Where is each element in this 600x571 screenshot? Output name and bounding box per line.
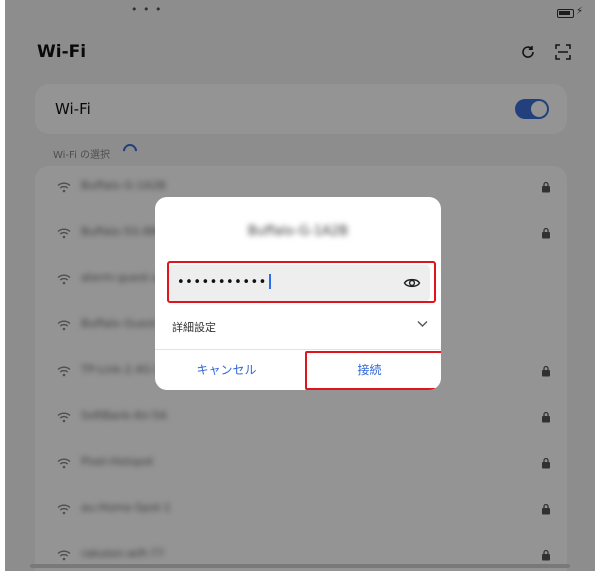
cancel-button[interactable]: キャンセル <box>155 350 298 390</box>
connect-highlight-box <box>305 351 441 390</box>
advanced-settings-row[interactable]: 詳細設定 <box>155 310 441 340</box>
wifi-password-dialog: Buffalo-G-1A2B ••••••••••• 詳細設定 キャンセル 接続 <box>155 197 441 390</box>
advanced-settings-label: 詳細設定 <box>172 321 216 334</box>
dialog-network-name: Buffalo-G-1A2B <box>247 224 349 239</box>
password-highlight-box <box>167 261 436 303</box>
chevron-down-icon <box>417 321 428 327</box>
